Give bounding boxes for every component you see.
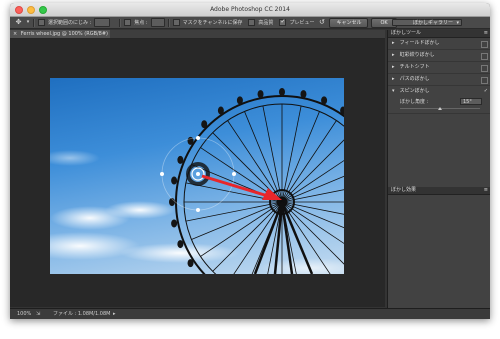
- gondola: [171, 219, 178, 228]
- focus-checkbox[interactable]: [124, 19, 132, 26]
- panel-menu-icon[interactable]: ≡: [484, 30, 488, 37]
- wheel-spoke: [281, 175, 344, 203]
- document-tab-title: Ferris wheel.jpg @ 100% (RGB/8#): [20, 31, 109, 37]
- close-tab-icon[interactable]: ×: [13, 31, 17, 37]
- collapsed-triangle-icon: ▸: [392, 76, 395, 82]
- red-annotation-arrow: [201, 174, 282, 200]
- preview-checkbox[interactable]: [279, 18, 287, 26]
- preview-label: プレビュー: [289, 20, 315, 26]
- focus-label: 焦点 :: [134, 20, 148, 26]
- wheel-spoke: [212, 201, 283, 272]
- gondola: [279, 88, 285, 96]
- blur-item-label: チルトシフト: [399, 64, 430, 70]
- gondola: [177, 155, 184, 164]
- divider: [33, 18, 35, 27]
- blur-tools-title: ぼかしツール: [391, 30, 422, 36]
- export-icon[interactable]: ⇲: [36, 309, 40, 319]
- feather-input[interactable]: [94, 18, 111, 27]
- photoshop-window: Adobe Photoshop CC 2014 ✥ ▾ 選択範囲のにじみ : 焦…: [10, 3, 490, 319]
- blur-item-tilt-shift[interactable]: ▸ チルトシフト: [388, 62, 490, 74]
- status-bar: 100% ⇲ ファイル : 1.08M/1.08M ▸: [10, 308, 490, 319]
- blur-item-label: パスのぼかし: [399, 76, 430, 82]
- spin-handle-left[interactable]: [160, 172, 164, 176]
- feather-checkbox[interactable]: [38, 19, 45, 26]
- blur-tools-panel: ぼかしツール ≡ ▸ フィールドぼかし ▸ 虹彩絞りぼかし ▸ チルトシフト ▸…: [387, 30, 490, 308]
- checkmark-icon[interactable]: ✓: [484, 86, 488, 97]
- blur-angle-slider-thumb[interactable]: [438, 107, 442, 110]
- enable-box[interactable]: [481, 65, 488, 72]
- gondola: [257, 90, 264, 99]
- canvas-area[interactable]: [10, 39, 385, 307]
- expanded-triangle-icon: ▾: [392, 88, 395, 94]
- enable-box[interactable]: [481, 77, 488, 84]
- blur-angle-input[interactable]: 15°: [460, 98, 482, 105]
- window-title: Adobe Photoshop CC 2014: [210, 6, 290, 13]
- blur-item-iris[interactable]: ▸ 虹彩絞りぼかし: [388, 50, 490, 62]
- options-bar: ✥ ▾ 選択範囲のにじみ : 焦点 : マスクをチャンネルに保存 高品質 プレビ…: [10, 17, 490, 29]
- cloud: [105, 201, 175, 219]
- divider: [119, 18, 122, 27]
- collapsed-triangle-icon: ▸: [392, 52, 395, 58]
- zoom-window-button[interactable]: [39, 6, 47, 14]
- document-tab[interactable]: × Ferris wheel.jpg @ 100% (RGB/8#): [10, 30, 110, 38]
- blur-angle-label: ぼかし角度 :: [400, 99, 429, 105]
- document-tab-bar: × Ferris wheel.jpg @ 100% (RGB/8#): [10, 30, 385, 39]
- blur-item-label: フィールドぼかし: [399, 40, 440, 46]
- close-window-button[interactable]: [15, 6, 23, 14]
- gondola: [321, 96, 328, 105]
- blur-tools-header: ぼかしツール ≡: [388, 30, 490, 38]
- blur-gallery-dropdown[interactable]: ぼかしギャラリー: [392, 19, 462, 27]
- blur-effects-section: ぼかし効果 ≡: [388, 187, 490, 195]
- blur-item-spin[interactable]: ▾ スピンぼかし ✓: [388, 86, 490, 97]
- zoom-level[interactable]: 100%: [17, 309, 31, 319]
- gondola: [201, 120, 208, 129]
- focus-input[interactable]: [150, 18, 165, 27]
- blur-item-label: スピンぼかし: [399, 88, 430, 94]
- wheel-spoke: [281, 201, 344, 229]
- gondola: [187, 259, 194, 268]
- enable-box[interactable]: [481, 53, 488, 60]
- cloud: [260, 258, 344, 274]
- blur-effects-header: ぼかし効果 ≡: [388, 187, 490, 195]
- collapsed-triangle-icon: ▸: [392, 40, 395, 46]
- blur-item-path[interactable]: ▸ パスのぼかし: [388, 74, 490, 86]
- blur-effects-title: ぼかし効果: [391, 187, 417, 193]
- minimize-window-button[interactable]: [27, 6, 35, 14]
- photo-render: [50, 88, 344, 274]
- blur-item-field[interactable]: ▸ フィールドぼかし: [388, 38, 490, 50]
- reset-icon[interactable]: ↺: [317, 18, 326, 27]
- gondola: [300, 90, 307, 99]
- cloud: [50, 150, 100, 166]
- feather-label: 選択範囲のにじみ :: [48, 20, 92, 26]
- panel-menu-icon[interactable]: ≡: [484, 187, 488, 194]
- spin-handle-bottom[interactable]: [196, 208, 200, 212]
- title-bar: Adobe Photoshop CC 2014: [10, 3, 490, 17]
- gondola: [236, 96, 243, 105]
- gondola: [177, 240, 184, 249]
- spin-blur-settings: ぼかし角度 : 15°: [388, 97, 490, 114]
- spin-handle-right[interactable]: [232, 172, 236, 176]
- high-quality-label: 高品質: [258, 20, 274, 26]
- high-quality-checkbox[interactable]: [248, 19, 256, 26]
- collapsed-triangle-icon: ▸: [392, 64, 395, 70]
- save-mask-label: マスクをチャンネルに保存: [182, 20, 243, 26]
- gondola: [171, 176, 178, 185]
- enable-box[interactable]: [481, 41, 488, 48]
- cancel-button[interactable]: キャンセル: [329, 17, 369, 28]
- ferris-wheel-photo[interactable]: [50, 78, 344, 274]
- spin-handle-top[interactable]: [196, 136, 200, 140]
- blur-item-label: 虹彩絞りぼかし: [399, 52, 435, 58]
- file-size-info: ファイル : 1.08M/1.08M: [53, 311, 111, 317]
- window-controls: [15, 6, 47, 14]
- gondola: [217, 106, 224, 115]
- chevron-down-icon[interactable]: ▾: [26, 18, 30, 27]
- divider: [167, 18, 170, 27]
- save-mask-checkbox[interactable]: [172, 19, 180, 26]
- status-menu-arrow-icon[interactable]: ▸: [113, 309, 116, 319]
- blur-tool-icon[interactable]: ✥: [14, 18, 23, 27]
